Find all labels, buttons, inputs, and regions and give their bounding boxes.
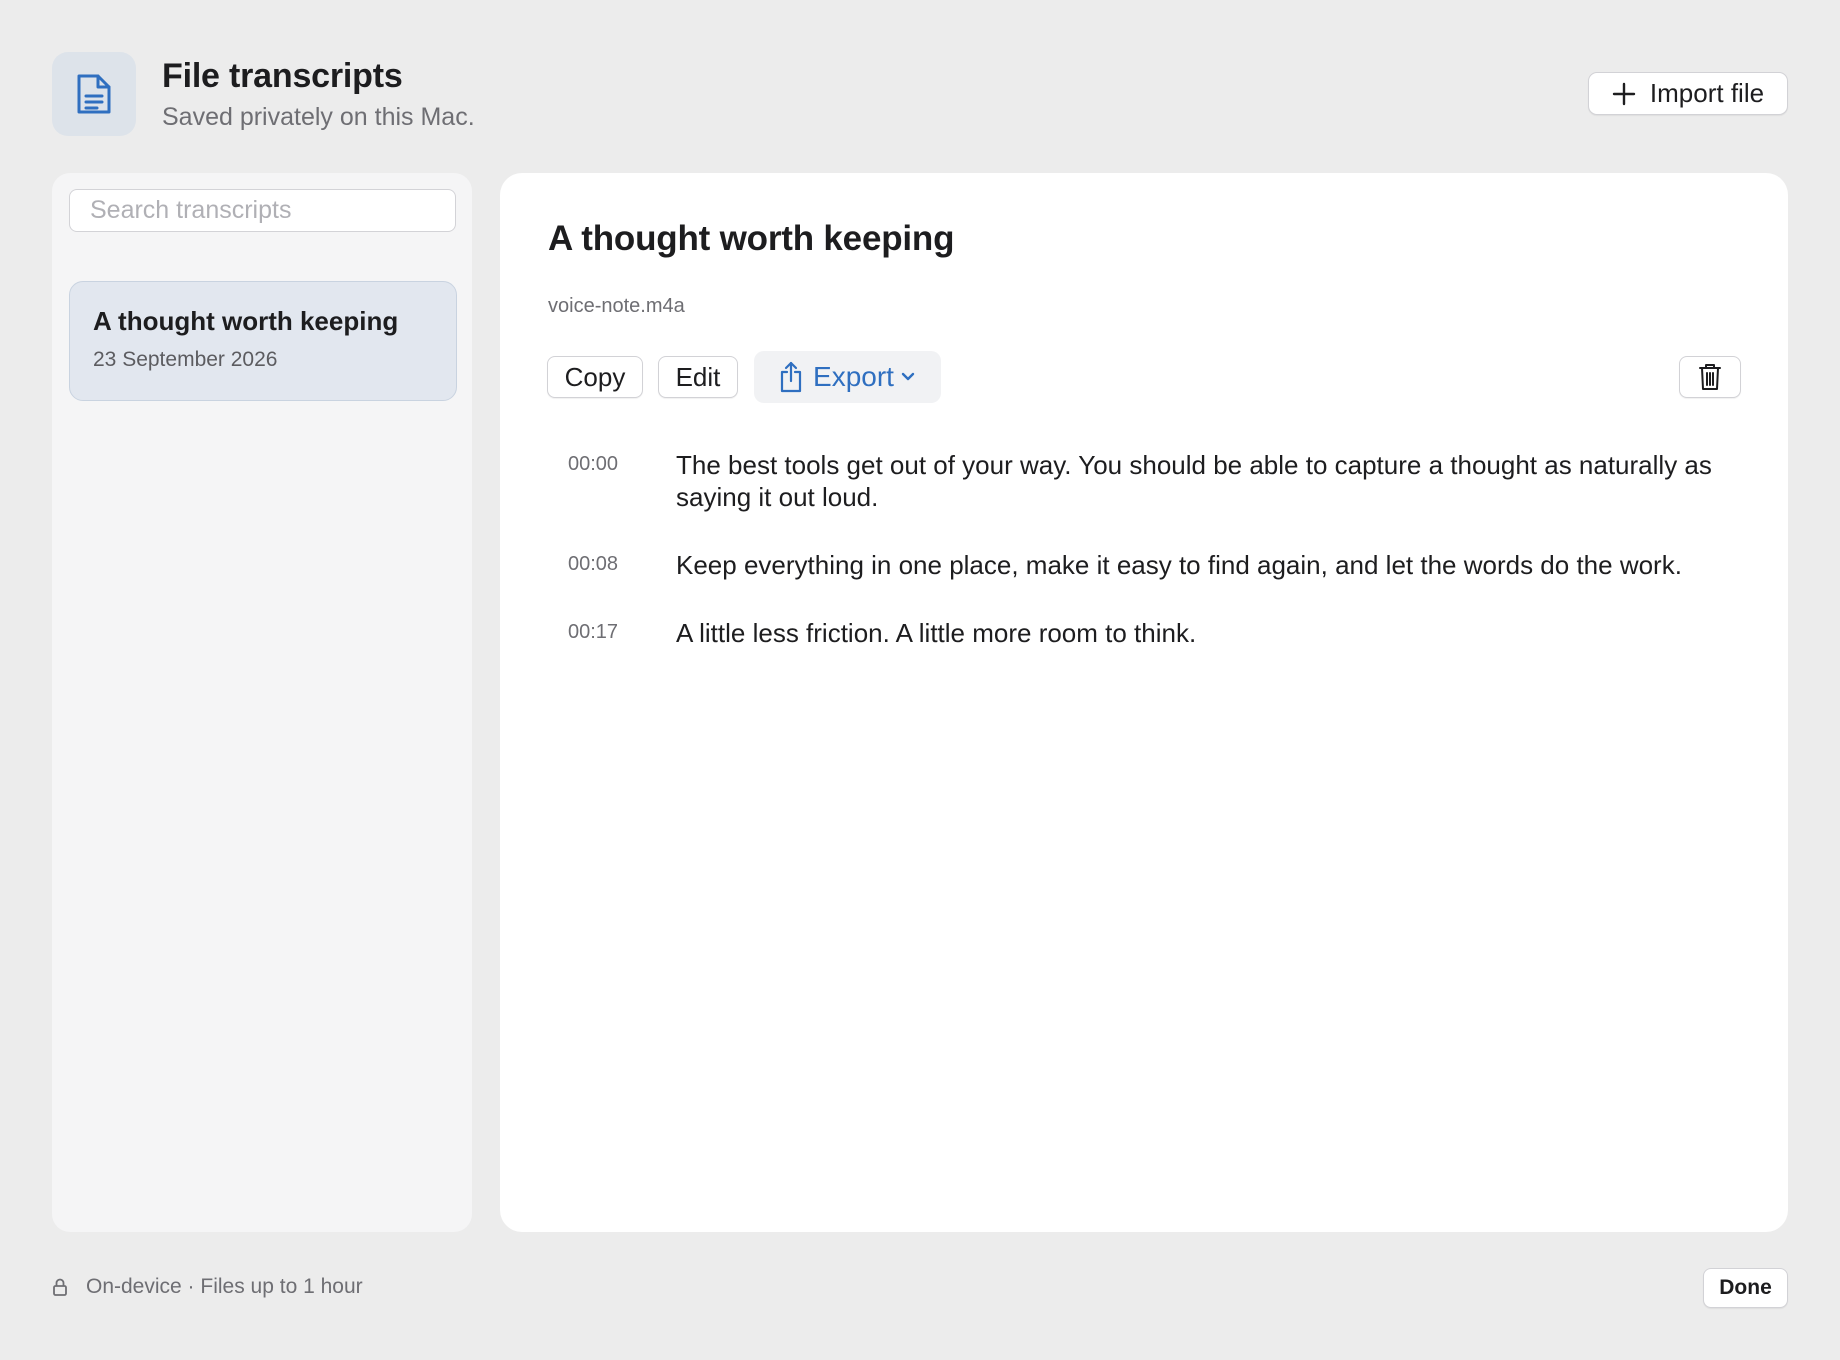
trash-icon xyxy=(1698,363,1722,391)
import-file-label: Import file xyxy=(1649,78,1765,108)
transcript-detail: A thought worth keeping voice-note.m4a C… xyxy=(500,173,1788,1232)
transcript-list-item[interactable]: A thought worth keeping 23 September 202… xyxy=(69,281,457,401)
delete-button[interactable] xyxy=(1679,356,1741,398)
transcript-filename: voice-note.m4a xyxy=(548,295,685,317)
edit-button[interactable]: Edit xyxy=(658,356,738,398)
chevron-down-icon xyxy=(900,371,916,383)
segment-text: A little less friction. A little more ro… xyxy=(676,618,1197,648)
list-item-date: 23 September 2026 xyxy=(93,348,278,371)
segment-timestamp[interactable]: 00:00 xyxy=(548,449,676,476)
header: File transcripts Saved privately on this… xyxy=(52,52,475,136)
sidebar: A thought worth keeping 23 September 202… xyxy=(52,173,472,1232)
header-text: File transcripts Saved privately on this… xyxy=(162,56,475,132)
page-title: File transcripts xyxy=(162,57,403,95)
segment-text: The best tools get out of your way. You … xyxy=(676,450,1712,512)
segment-timestamp[interactable]: 00:08 xyxy=(548,549,676,576)
export-label: Export xyxy=(813,361,894,392)
search-input[interactable] xyxy=(69,189,456,232)
page-subtitle: Saved privately on this Mac. xyxy=(162,103,475,131)
export-button[interactable]: Export xyxy=(754,351,941,403)
footer-status-text: On-device · Files up to 1 hour xyxy=(86,1275,363,1298)
document-icon xyxy=(52,52,136,136)
lock-icon xyxy=(52,1277,68,1297)
transcript-title: A thought worth keeping xyxy=(548,219,955,258)
list-item-title: A thought worth keeping xyxy=(93,306,399,336)
done-button[interactable]: Done xyxy=(1703,1268,1788,1308)
segment-text: Keep everything in one place, make it ea… xyxy=(676,550,1682,580)
transcript-segment: 00:00 The best tools get out of your way… xyxy=(548,449,1738,513)
share-icon xyxy=(779,361,803,393)
transcript-segment: 00:17 A little less friction. A little m… xyxy=(548,617,1738,649)
import-file-button[interactable]: Import file xyxy=(1588,72,1788,115)
copy-button[interactable]: Copy xyxy=(547,356,643,398)
segment-timestamp[interactable]: 00:17 xyxy=(548,617,676,644)
footer-status: On-device · Files up to 1 hour xyxy=(52,1275,363,1299)
transcript-segment: 00:08 Keep everything in one place, make… xyxy=(548,549,1738,581)
plus-icon xyxy=(1612,82,1636,106)
